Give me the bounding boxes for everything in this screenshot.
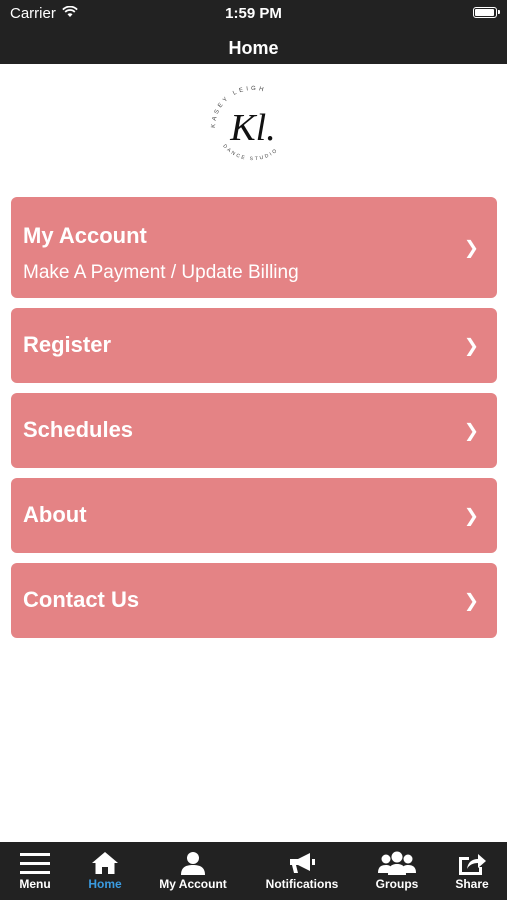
chevron-right-icon: ❯ (463, 335, 479, 355)
megaphone-icon (290, 853, 315, 873)
page-title: Home (228, 38, 279, 58)
tab-label: Groups (375, 877, 419, 891)
battery-icon (473, 7, 500, 18)
hamburger-icon (20, 853, 50, 874)
menu-item-schedules[interactable]: Schedules ❯ (11, 393, 497, 468)
status-bar: Carrier 1:59 PM (0, 0, 507, 28)
status-time: 1:59 PM (225, 5, 282, 22)
tab-label: My Account (159, 877, 227, 891)
nav-bar: Home (0, 28, 507, 64)
studio-logo: KASEY LEIGH DANCE STUDIO Kl. (193, 76, 313, 176)
menu-item-title: Schedules (23, 417, 134, 442)
chevron-right-icon: ❯ (463, 590, 479, 610)
tab-menu[interactable]: Menu (0, 842, 70, 900)
tab-label: Menu (19, 877, 51, 891)
menu-item-title: My Account (23, 223, 147, 248)
menu-item-title: About (23, 502, 87, 527)
tab-bar: Menu Home My Account Notifications Group… (0, 842, 507, 900)
chevron-right-icon: ❯ (463, 505, 479, 525)
menu-item-contact-us[interactable]: Contact Us ❯ (11, 563, 497, 638)
tab-groups[interactable]: Groups (366, 842, 428, 900)
tab-notifications[interactable]: Notifications (256, 842, 348, 900)
tab-label: Notifications (265, 877, 339, 891)
menu-item-subtitle: Make A Payment / Update Billing (23, 262, 299, 283)
home-icon (92, 852, 118, 874)
tab-share[interactable]: Share (444, 842, 500, 900)
chevron-right-icon: ❯ (463, 237, 479, 257)
menu-item-about[interactable]: About ❯ (11, 478, 497, 553)
user-icon (181, 852, 205, 875)
tab-my-account[interactable]: My Account (150, 842, 236, 900)
chevron-right-icon: ❯ (463, 420, 479, 440)
tab-home[interactable]: Home (70, 842, 140, 900)
share-icon (459, 854, 486, 875)
menu-item-title: Contact Us (23, 587, 140, 612)
group-icon (378, 851, 416, 875)
menu-item-my-account[interactable]: My Account Make A Payment / Update Billi… (11, 197, 497, 298)
menu-list: My Account Make A Payment / Update Billi… (11, 197, 497, 648)
menu-item-register[interactable]: Register ❯ (11, 308, 497, 383)
menu-item-title: Register (23, 332, 112, 357)
logo-monogram: Kl. (229, 107, 275, 149)
tab-label: Share (455, 877, 489, 891)
tab-label: Home (88, 877, 122, 891)
